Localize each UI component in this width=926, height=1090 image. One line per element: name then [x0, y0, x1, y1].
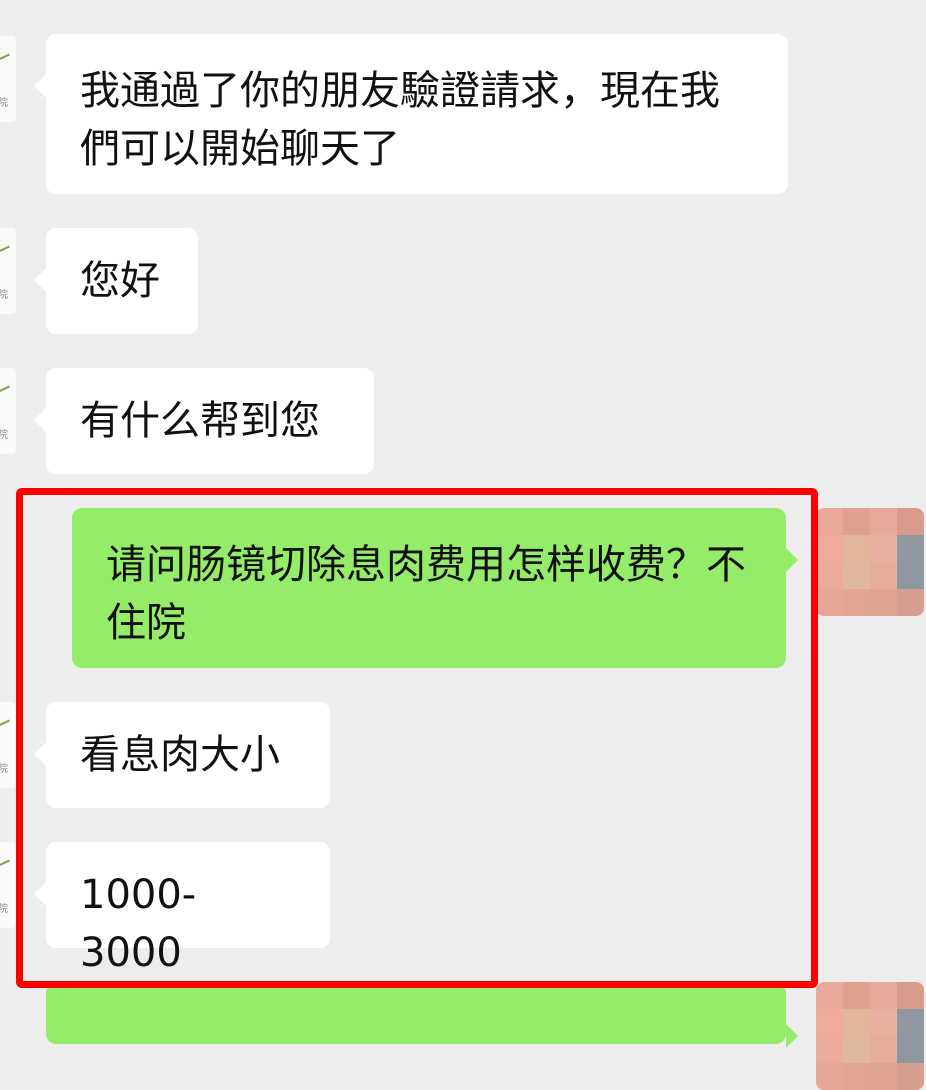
message-text: 您好	[80, 258, 160, 304]
message-bubble-incoming[interactable]: 您好	[34, 228, 198, 334]
contact-avatar-icon[interactable]: 院	[0, 702, 16, 788]
message-bubble-incoming[interactable]: 有什么帮到您	[34, 368, 374, 474]
message-bubble-incoming[interactable]: 1000-3000	[34, 842, 330, 976]
message-bubble-incoming[interactable]: 看息肉大小	[34, 702, 330, 808]
contact-avatar-icon[interactable]: 院	[0, 228, 16, 314]
message-text: 请问肠镜切除息肉费用怎样收费？不住院	[106, 542, 746, 646]
message-text: 我通過了你的朋友驗證請求，現在我們可以開始聊天了	[80, 68, 720, 172]
self-avatar-icon[interactable]	[816, 508, 924, 616]
message-bubble-outgoing-partial[interactable]	[46, 984, 798, 1048]
message-text: 1000-3000	[80, 872, 197, 976]
self-avatar-icon[interactable]	[816, 982, 924, 1090]
contact-avatar-icon[interactable]: 院	[0, 842, 16, 928]
message-bubble-outgoing[interactable]: 请问肠镜切除息肉费用怎样收费？不住院	[72, 508, 798, 668]
message-text: 看息肉大小	[80, 732, 280, 778]
contact-avatar-icon[interactable]: 院	[0, 36, 16, 122]
contact-avatar-icon[interactable]: 院	[0, 368, 16, 454]
message-bubble-incoming[interactable]: 我通過了你的朋友驗證請求，現在我們可以開始聊天了	[34, 34, 788, 194]
message-text: 有什么帮到您	[80, 398, 320, 444]
